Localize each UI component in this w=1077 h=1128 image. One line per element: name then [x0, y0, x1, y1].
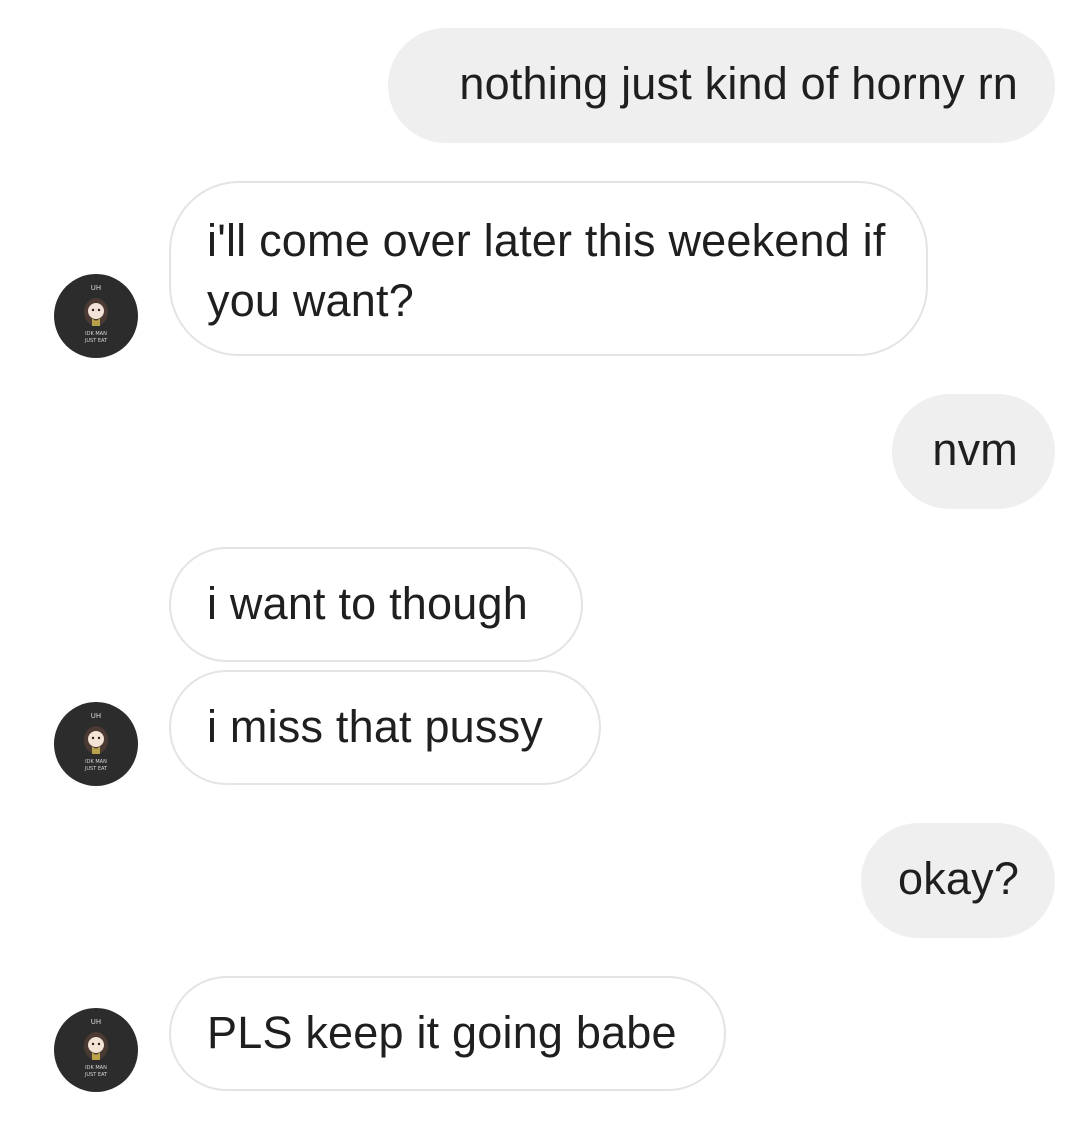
message-thread[interactable]: nothing just kind of horny rn i'll come … — [0, 0, 1077, 1128]
svg-text:IDK MAN: IDK MAN — [85, 759, 107, 765]
message-text: nvm — [932, 424, 1018, 475]
contact-avatar[interactable]: UH IDK MAN JUST EAT — [54, 702, 138, 786]
message-text: nothing just kind of horny rn — [459, 58, 1018, 109]
message-text: okay? — [898, 853, 1020, 904]
sent-message-bubble[interactable]: nvm — [892, 394, 1055, 509]
contact-avatar-icon: UH IDK MAN JUST EAT — [84, 712, 108, 772]
message-text: i want to though — [207, 578, 528, 629]
svg-text:IDK MAN: IDK MAN — [85, 1065, 107, 1071]
svg-text:IDK MAN: IDK MAN — [85, 331, 107, 337]
svg-text:JUST EAT: JUST EAT — [84, 766, 108, 772]
message-text: i'll come over later this weekend if you… — [207, 215, 886, 326]
svg-text:UH: UH — [91, 712, 101, 720]
svg-text:JUST EAT: JUST EAT — [84, 1072, 108, 1078]
received-message-bubble[interactable]: PLS keep it going babe — [169, 976, 726, 1091]
contact-avatar[interactable]: UH IDK MAN JUST EAT — [54, 1008, 138, 1092]
svg-text:UH: UH — [91, 284, 101, 292]
contact-avatar-icon: UH IDK MAN JUST EAT — [84, 284, 108, 344]
contact-avatar-icon: UH IDK MAN JUST EAT — [84, 1018, 108, 1078]
sent-message-bubble[interactable]: nothing just kind of horny rn — [388, 28, 1055, 143]
contact-avatar[interactable]: UH IDK MAN JUST EAT — [54, 274, 138, 358]
received-message-bubble[interactable]: i'll come over later this weekend if you… — [169, 181, 928, 356]
received-message-bubble[interactable]: i want to though — [169, 547, 583, 662]
svg-text:JUST EAT: JUST EAT — [84, 338, 108, 344]
received-message-bubble[interactable]: i miss that pussy — [169, 670, 601, 785]
sent-message-bubble[interactable]: okay? — [861, 823, 1055, 938]
message-text: PLS keep it going babe — [207, 1007, 677, 1058]
message-text: i miss that pussy — [207, 701, 544, 752]
svg-text:UH: UH — [91, 1018, 101, 1026]
